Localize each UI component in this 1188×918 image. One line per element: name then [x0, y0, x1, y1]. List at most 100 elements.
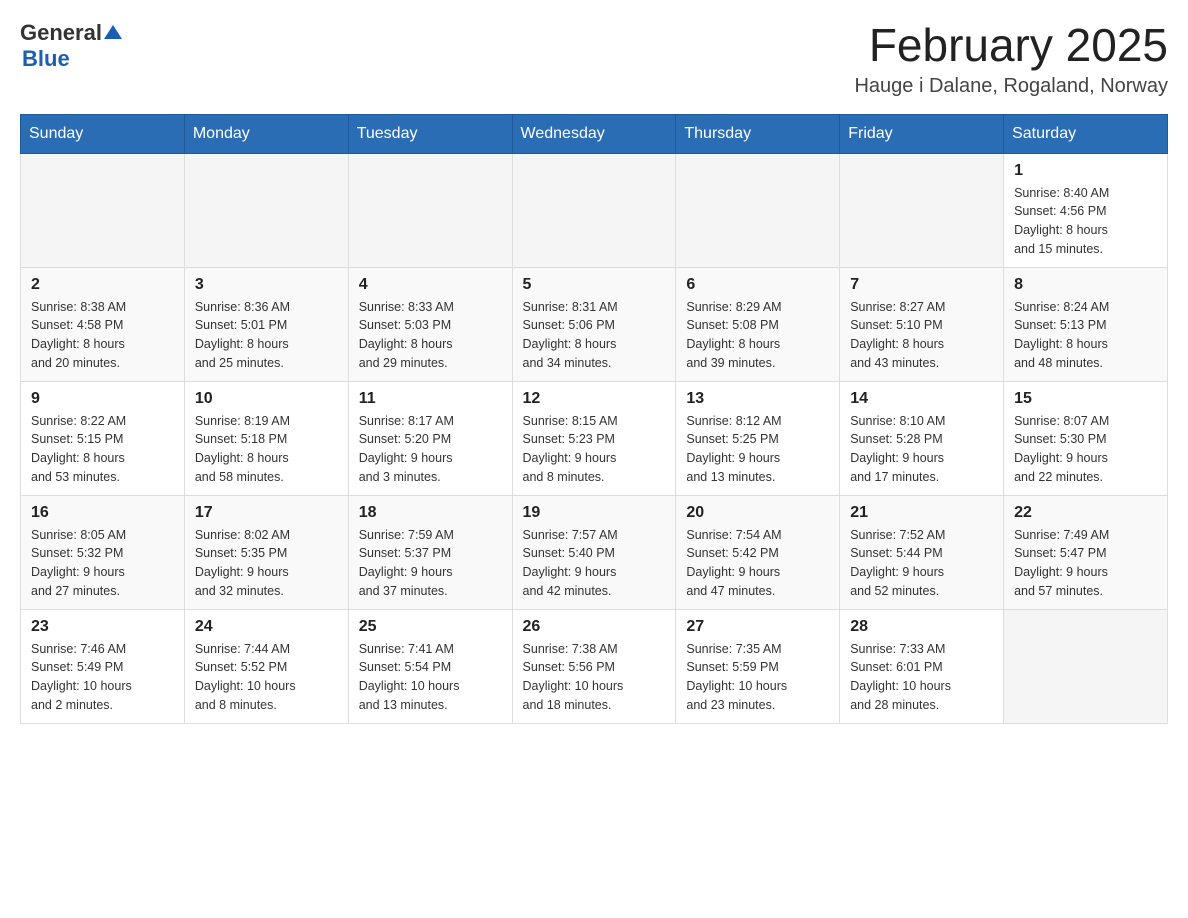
logo-blue-text: Blue — [22, 46, 70, 72]
calendar-cell: 13 Sunrise: 8:12 AMSunset: 5:25 PMDayligh… — [676, 381, 840, 495]
day-info: Sunrise: 7:44 AMSunset: 5:52 PMDaylight:… — [195, 640, 338, 715]
day-info: Sunrise: 8:02 AMSunset: 5:35 PMDaylight:… — [195, 526, 338, 601]
weekday-header-tuesday: Tuesday — [348, 114, 512, 153]
day-number: 4 — [359, 276, 502, 294]
day-number: 22 — [1014, 504, 1157, 522]
day-number: 12 — [523, 390, 666, 408]
day-info: Sunrise: 8:40 AMSunset: 4:56 PMDaylight:… — [1014, 184, 1157, 259]
weekday-header-sunday: Sunday — [21, 114, 185, 153]
day-info: Sunrise: 8:38 AMSunset: 4:58 PMDaylight:… — [31, 298, 174, 373]
calendar-cell — [676, 153, 840, 267]
calendar-cell: 24 Sunrise: 7:44 AMSunset: 5:52 PMDayligh… — [184, 609, 348, 723]
day-number: 21 — [850, 504, 993, 522]
calendar-cell: 26 Sunrise: 7:38 AMSunset: 5:56 PMDayligh… — [512, 609, 676, 723]
weekday-header-friday: Friday — [840, 114, 1004, 153]
calendar-cell: 12 Sunrise: 8:15 AMSunset: 5:23 PMDayligh… — [512, 381, 676, 495]
calendar-cell: 22 Sunrise: 7:49 AMSunset: 5:47 PMDayligh… — [1004, 495, 1168, 609]
day-info: Sunrise: 8:12 AMSunset: 5:25 PMDaylight:… — [686, 412, 829, 487]
title-section: February 2025 Hauge i Dalane, Rogaland, … — [854, 20, 1168, 98]
day-info: Sunrise: 7:46 AMSunset: 5:49 PMDaylight:… — [31, 640, 174, 715]
weekday-header-thursday: Thursday — [676, 114, 840, 153]
calendar-cell: 28 Sunrise: 7:33 AMSunset: 6:01 PMDayligh… — [840, 609, 1004, 723]
calendar-cell: 14 Sunrise: 8:10 AMSunset: 5:28 PMDayligh… — [840, 381, 1004, 495]
weekday-header-monday: Monday — [184, 114, 348, 153]
day-number: 1 — [1014, 162, 1157, 180]
day-number: 20 — [686, 504, 829, 522]
day-info: Sunrise: 7:49 AMSunset: 5:47 PMDaylight:… — [1014, 526, 1157, 601]
day-info: Sunrise: 7:57 AMSunset: 5:40 PMDaylight:… — [523, 526, 666, 601]
day-info: Sunrise: 8:17 AMSunset: 5:20 PMDaylight:… — [359, 412, 502, 487]
calendar-cell: 10 Sunrise: 8:19 AMSunset: 5:18 PMDayligh… — [184, 381, 348, 495]
calendar-cell: 15Sunrise: 8:07 AMSunset: 5:30 PMDayligh… — [1004, 381, 1168, 495]
day-number: 18 — [359, 504, 502, 522]
day-number: 23 — [31, 618, 174, 636]
day-number: 14 — [850, 390, 993, 408]
day-number: 11 — [359, 390, 502, 408]
day-info: Sunrise: 8:07 AMSunset: 5:30 PMDaylight:… — [1014, 412, 1157, 487]
day-info: Sunrise: 7:33 AMSunset: 6:01 PMDaylight:… — [850, 640, 993, 715]
calendar-cell — [348, 153, 512, 267]
day-number: 27 — [686, 618, 829, 636]
calendar-cell: 5 Sunrise: 8:31 AMSunset: 5:06 PMDaylight… — [512, 267, 676, 381]
calendar-cell: 23 Sunrise: 7:46 AMSunset: 5:49 PMDayligh… — [21, 609, 185, 723]
day-info: Sunrise: 8:33 AMSunset: 5:03 PMDaylight:… — [359, 298, 502, 373]
logo-triangle-icon — [104, 25, 122, 39]
calendar-cell — [840, 153, 1004, 267]
calendar-week-row: 23 Sunrise: 7:46 AMSunset: 5:49 PMDayligh… — [21, 609, 1168, 723]
day-number: 26 — [523, 618, 666, 636]
day-number: 28 — [850, 618, 993, 636]
day-number: 5 — [523, 276, 666, 294]
calendar-cell — [21, 153, 185, 267]
day-number: 16 — [31, 504, 174, 522]
day-info: Sunrise: 8:10 AMSunset: 5:28 PMDaylight:… — [850, 412, 993, 487]
day-number: 10 — [195, 390, 338, 408]
day-number: 19 — [523, 504, 666, 522]
day-number: 7 — [850, 276, 993, 294]
day-info: Sunrise: 7:41 AMSunset: 5:54 PMDaylight:… — [359, 640, 502, 715]
day-number: 9 — [31, 390, 174, 408]
day-info: Sunrise: 7:38 AMSunset: 5:56 PMDaylight:… — [523, 640, 666, 715]
logo: General Blue — [20, 20, 122, 72]
weekday-header-wednesday: Wednesday — [512, 114, 676, 153]
calendar-cell: 25 Sunrise: 7:41 AMSunset: 5:54 PMDayligh… — [348, 609, 512, 723]
day-info: Sunrise: 8:31 AMSunset: 5:06 PMDaylight:… — [523, 298, 666, 373]
page-header: General Blue February 2025 Hauge i Dalan… — [20, 20, 1168, 98]
calendar-cell: 4 Sunrise: 8:33 AMSunset: 5:03 PMDaylight… — [348, 267, 512, 381]
day-info: Sunrise: 8:22 AMSunset: 5:15 PMDaylight:… — [31, 412, 174, 487]
weekday-header-saturday: Saturday — [1004, 114, 1168, 153]
logo-line1: General — [20, 20, 122, 46]
day-info: Sunrise: 8:15 AMSunset: 5:23 PMDaylight:… — [523, 412, 666, 487]
day-info: Sunrise: 8:29 AMSunset: 5:08 PMDaylight:… — [686, 298, 829, 373]
day-number: 13 — [686, 390, 829, 408]
calendar-cell — [1004, 609, 1168, 723]
calendar-cell: 7Sunrise: 8:27 AMSunset: 5:10 PMDaylight… — [840, 267, 1004, 381]
weekday-header-row: SundayMondayTuesdayWednesdayThursdayFrid… — [21, 114, 1168, 153]
calendar-week-row: 16 Sunrise: 8:05 AMSunset: 5:32 PMDayligh… — [21, 495, 1168, 609]
day-info: Sunrise: 8:19 AMSunset: 5:18 PMDaylight:… — [195, 412, 338, 487]
day-number: 25 — [359, 618, 502, 636]
day-number: 8 — [1014, 276, 1157, 294]
logo-general-text: General — [20, 20, 102, 46]
day-info: Sunrise: 8:05 AMSunset: 5:32 PMDaylight:… — [31, 526, 174, 601]
calendar-cell: 27 Sunrise: 7:35 AMSunset: 5:59 PMDayligh… — [676, 609, 840, 723]
day-number: 2 — [31, 276, 174, 294]
day-info: Sunrise: 7:54 AMSunset: 5:42 PMDaylight:… — [686, 526, 829, 601]
calendar-cell: 21 Sunrise: 7:52 AMSunset: 5:44 PMDayligh… — [840, 495, 1004, 609]
calendar-cell: 6Sunrise: 8:29 AMSunset: 5:08 PMDaylight… — [676, 267, 840, 381]
calendar-cell: 19 Sunrise: 7:57 AMSunset: 5:40 PMDayligh… — [512, 495, 676, 609]
calendar-week-row: 2 Sunrise: 8:38 AMSunset: 4:58 PMDaylight… — [21, 267, 1168, 381]
day-info: Sunrise: 8:36 AMSunset: 5:01 PMDaylight:… — [195, 298, 338, 373]
calendar-cell: 17Sunrise: 8:02 AMSunset: 5:35 PMDayligh… — [184, 495, 348, 609]
day-number: 3 — [195, 276, 338, 294]
day-info: Sunrise: 7:52 AMSunset: 5:44 PMDaylight:… — [850, 526, 993, 601]
day-number: 24 — [195, 618, 338, 636]
day-info: Sunrise: 7:35 AMSunset: 5:59 PMDaylight:… — [686, 640, 829, 715]
calendar-cell: 20 Sunrise: 7:54 AMSunset: 5:42 PMDayligh… — [676, 495, 840, 609]
calendar-cell: 1 Sunrise: 8:40 AMSunset: 4:56 PMDaylight… — [1004, 153, 1168, 267]
calendar-week-row: 9 Sunrise: 8:22 AMSunset: 5:15 PMDaylight… — [21, 381, 1168, 495]
month-title: February 2025 — [854, 20, 1168, 71]
location-title: Hauge i Dalane, Rogaland, Norway — [854, 75, 1168, 98]
calendar-cell: 11 Sunrise: 8:17 AMSunset: 5:20 PMDayligh… — [348, 381, 512, 495]
calendar-cell: 16 Sunrise: 8:05 AMSunset: 5:32 PMDayligh… — [21, 495, 185, 609]
calendar-cell: 3 Sunrise: 8:36 AMSunset: 5:01 PMDaylight… — [184, 267, 348, 381]
